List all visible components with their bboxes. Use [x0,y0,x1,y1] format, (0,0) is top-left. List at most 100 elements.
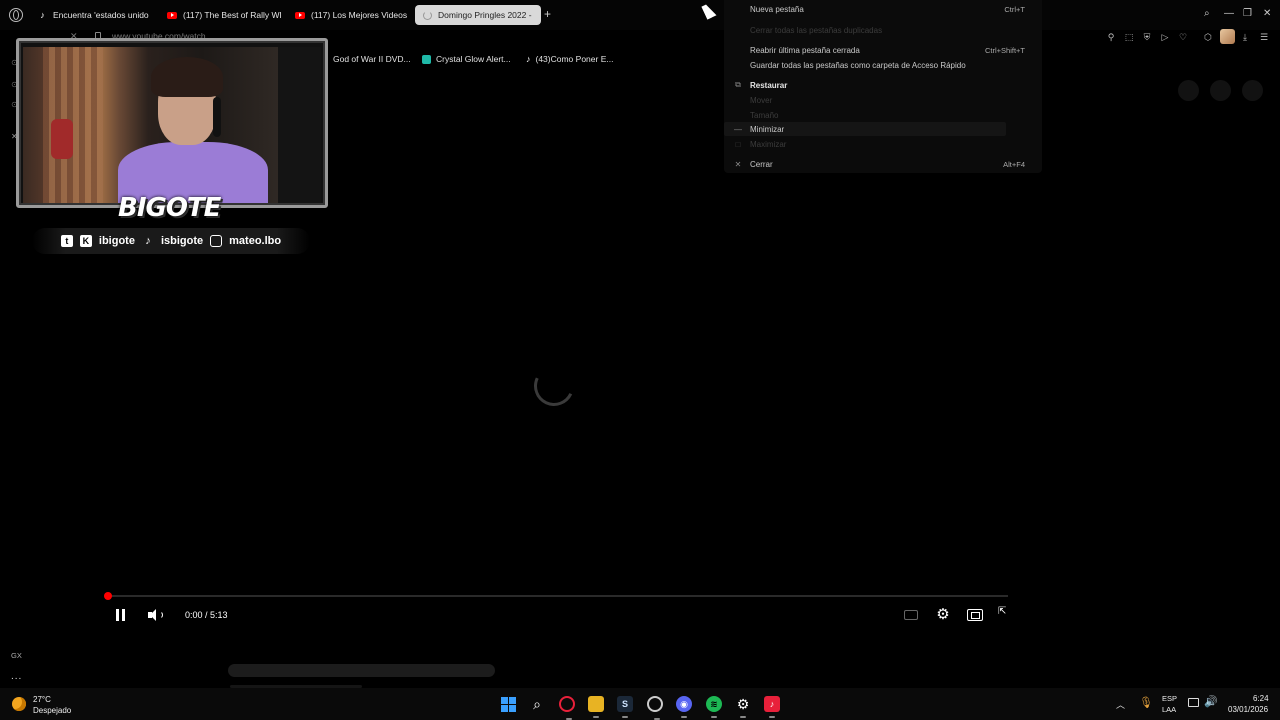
network-icon[interactable] [1188,698,1199,707]
maximize-icon: □ [735,139,741,149]
sound-wave [157,611,163,619]
menu-item-reopen-closed-tab[interactable]: Reabrir última pestaña cerrada Ctrl+Shif… [724,43,1042,57]
pin-icon[interactable]: ⚲ [1106,32,1116,42]
bookmark-item[interactable]: ♪ (43)Como Poner E... [526,53,613,65]
bookmark-label: Crystal Glow Alert... [436,54,511,64]
close-icon: ✕ [734,159,742,169]
file-explorer-icon[interactable] [588,696,604,718]
instagram-icon [210,235,223,247]
restore-icon: ⧉ [735,80,741,89]
close-window-icon[interactable]: ✕ [1263,8,1271,19]
shield-icon[interactable]: ⛨ [1142,32,1152,42]
pause-button[interactable] [114,608,128,622]
menu-label: Tamaño [750,110,779,120]
windows-logo-icon [501,697,508,704]
headset-mic [213,97,221,137]
webcam-overlay-frame [16,38,328,208]
kick-icon: K [79,235,92,247]
avatar[interactable] [1220,29,1235,44]
minimize-window-icon[interactable]: — [1224,8,1234,19]
volume-button[interactable] [147,608,163,622]
spotify-icon[interactable]: ≋ [706,696,722,718]
menu-item-new-tab[interactable]: Nueva pestaña Ctrl+T [724,2,1042,16]
tab-label: (117) Los Mejores Videos d [311,10,409,20]
menu-label: Restaurar [750,80,788,90]
subtitles-button[interactable] [904,610,918,620]
menu-item-minimize[interactable]: — Minimizar [724,122,1006,136]
menu-label: Cerrar [750,159,773,169]
opera-logo-icon[interactable] [9,8,23,22]
bookmark-item[interactable]: God of War II DVD... [327,53,411,65]
context-menu: Nueva pestaña Ctrl+T Cerrar todas las pe… [724,0,1042,173]
heart-icon[interactable]: ♡ [1178,32,1188,42]
menu-shortcut: Ctrl+T [1004,4,1025,14]
settings-gear-icon[interactable]: ⚙ [935,607,951,623]
steam-icon[interactable]: S [617,696,633,718]
windows-logo-icon [501,705,508,712]
progress-bar[interactable] [108,595,1008,597]
menu-item-size: Tamaño [724,108,1042,122]
start-button[interactable] [500,696,516,712]
play-icon[interactable]: ▷ [1160,32,1170,42]
menu-label: Nueva pestaña [750,4,804,14]
theater-mode-button[interactable] [967,609,983,621]
menu-item-close-duplicates: Cerrar todas las pestañas duplicadas [724,23,1042,37]
tab-label: (117) The Best of Rally WR [183,10,281,20]
download-icon[interactable]: ⤓ [1240,32,1250,42]
progress-scrubber[interactable] [104,592,112,600]
settings-icon[interactable]: ⚙ [735,696,751,718]
menu-item-restore[interactable]: ⧉ Restaurar [724,78,1042,92]
bookmark-item[interactable]: Crystal Glow Alert... [422,53,511,65]
scroll-indicator[interactable] [228,664,495,677]
microphone-icon[interactable]: 🎙 [1139,696,1153,709]
weather-temperature[interactable]: 27°C [33,695,51,704]
tab-0[interactable]: ♪ Encuentra 'estados unido [30,5,152,25]
obs-icon[interactable] [647,696,663,720]
windows-logo-icon [509,697,516,704]
weather-description[interactable]: Despejado [33,706,71,715]
menu-icon[interactable]: ☰ [1259,32,1269,42]
clock-date[interactable]: 03/01/2026 [1228,705,1268,714]
new-tab-button[interactable]: + [544,7,551,21]
more-icon[interactable]: ... [11,671,22,682]
placeholder-circle [1178,80,1199,101]
twitch-icon: t [60,235,73,247]
opera-gx-icon[interactable] [559,696,575,720]
discord-icon[interactable]: ◉ [676,696,692,718]
menu-shortcut: Alt+F4 [1003,159,1025,169]
tab-2[interactable]: (117) Los Mejores Videos d [287,5,409,25]
tray-expand-icon[interactable]: ︿ [1116,698,1125,711]
tiktok-icon: ♪ [526,53,531,64]
language-indicator[interactable]: ESP [1162,694,1177,703]
social-handle: ibigote [98,235,135,247]
tab-1[interactable]: (117) The Best of Rally WR [159,5,281,25]
weather-moon-icon[interactable] [12,697,26,711]
menu-item-close[interactable]: ✕ Cerrar Alt+F4 [724,157,1042,171]
tab-3-active[interactable]: Domingo Pringles 2022 - [415,5,541,25]
tab-label: Encuentra 'estados unido [53,10,149,20]
menu-label: Mover [750,95,773,105]
search-tabs-icon[interactable]: ⌕ [1204,8,1210,19]
menu-label: Maximizar [750,139,787,149]
menu-item-save-tabs-speed-dial[interactable]: Guardar todas las pestañas como carpeta … [724,58,1042,72]
restore-window-icon[interactable]: ❐ [1243,8,1252,19]
tiktok-icon[interactable]: ♪ [764,696,780,718]
person-hair [151,57,223,97]
gx-label[interactable]: GX [11,651,22,660]
snapshot-icon[interactable]: ⬚ [1124,32,1134,42]
volume-tray-icon[interactable]: 🔊 [1204,695,1218,708]
search-icon[interactable]: ⌕ [529,696,545,712]
minimize-icon: — [734,124,742,134]
menu-label: Guardar todas las pestañas como carpeta … [750,60,966,70]
chair [278,47,321,203]
webcam-image [23,47,321,203]
exit-fullscreen-icon[interactable]: ⇱ [998,606,1006,617]
tab-bar: ♪ Encuentra 'estados unido (117) The Bes… [0,0,1280,30]
keyboard-layout[interactable]: LAA [1162,705,1176,714]
menu-label: Cerrar todas las pestañas duplicadas [750,25,883,35]
youtube-icon [167,11,177,19]
tiktok-icon: ♪ [145,235,151,247]
extensions-icon[interactable]: ⬡ [1203,32,1213,42]
social-strip: t K ibigote ♪ isbigote mateo.lbo [32,228,310,254]
clock-time[interactable]: 6:24 [1253,694,1269,703]
